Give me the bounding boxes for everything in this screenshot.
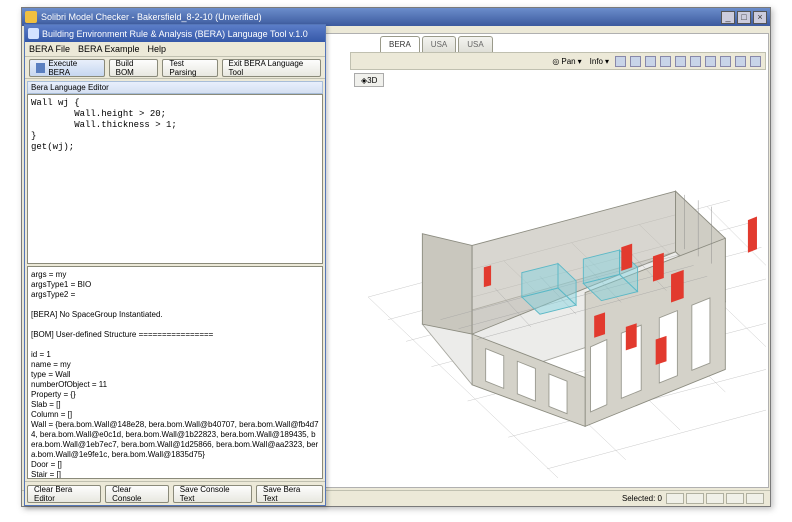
tool-icon-8[interactable]	[720, 56, 731, 67]
test-parsing-button[interactable]: Test Parsing	[162, 59, 217, 77]
clear-editor-button[interactable]: Clear Bera Editor	[27, 485, 101, 503]
tab-bera[interactable]: BERA	[380, 36, 420, 52]
tool-icon-3[interactable]	[645, 56, 656, 67]
tool-icon-2[interactable]	[630, 56, 641, 67]
editor-label: Bera Language Editor	[27, 81, 323, 94]
window-controls: _ □ ×	[721, 11, 767, 24]
pan-control[interactable]: ◎ Pan ▾	[550, 57, 583, 66]
status-cell-5	[746, 493, 764, 504]
building-model-svg	[350, 91, 766, 485]
exit-bera-button[interactable]: Exit BERA Language Tool	[222, 59, 322, 77]
status-cell-4	[726, 493, 744, 504]
tool-icon-5[interactable]	[675, 56, 686, 67]
save-console-button[interactable]: Save Console Text	[173, 485, 252, 503]
close-button[interactable]: ×	[753, 11, 767, 24]
model-canvas[interactable]	[350, 91, 766, 485]
bera-tool-row: Execute BERA Build BOM Test Parsing Exit…	[25, 57, 325, 79]
save-bera-button[interactable]: Save Bera Text	[256, 485, 323, 503]
bera-menu-bar: BERA File BERA Example Help	[25, 42, 325, 57]
status-cells	[666, 493, 764, 504]
tool-icon-4[interactable]	[660, 56, 671, 67]
execute-icon	[36, 63, 45, 73]
viewport-toolbar: ◎ Pan ▾ Info ▾	[350, 52, 766, 70]
execute-bera-button[interactable]: Execute BERA	[29, 59, 105, 77]
tool-icon-9[interactable]	[735, 56, 746, 67]
status-cell-1	[666, 493, 684, 504]
clear-console-button[interactable]: Clear Console	[105, 485, 169, 503]
bera-code-editor[interactable]: Wall wj { Wall.height > 20; Wall.thickne…	[27, 94, 323, 264]
tool-icon-7[interactable]	[705, 56, 716, 67]
status-cell-3	[706, 493, 724, 504]
tool-icon-10[interactable]	[750, 56, 761, 67]
bera-title-text: Building Environment Rule & Analysis (BE…	[42, 29, 308, 39]
bera-bottom-buttons: Clear Bera Editor Clear Console Save Con…	[25, 481, 325, 505]
info-control[interactable]: Info ▾	[588, 57, 611, 66]
minimize-button[interactable]: _	[721, 11, 735, 24]
menu-help[interactable]: Help	[148, 44, 167, 54]
app-icon	[25, 11, 37, 23]
menu-bera-example[interactable]: BERA Example	[78, 44, 140, 54]
menu-bera-file[interactable]: BERA File	[29, 44, 70, 54]
viewport-tab-3d[interactable]: ◈ 3D	[354, 73, 384, 87]
build-bom-button[interactable]: Build BOM	[109, 59, 159, 77]
bera-title-bar: Building Environment Rule & Analysis (BE…	[25, 25, 325, 42]
viewport-3d[interactable]: ◈ 3D	[350, 71, 766, 485]
tool-icon-1[interactable]	[615, 56, 626, 67]
tab-usa-2[interactable]: USA	[458, 36, 492, 52]
tool-icon-6[interactable]	[690, 56, 701, 67]
bera-console-output[interactable]: args = my argsType1 = BIO argsType2 = [B…	[27, 266, 323, 479]
bera-tool-window: Building Environment Rule & Analysis (BE…	[24, 24, 326, 506]
model-tab-strip: BERA USA USA	[380, 34, 493, 52]
selected-count: Selected: 0	[622, 494, 662, 503]
bera-window-icon	[28, 28, 39, 39]
tab-usa-1[interactable]: USA	[422, 36, 456, 52]
outer-title-text: Solibri Model Checker - Bakersfield_8-2-…	[41, 12, 262, 22]
maximize-button[interactable]: □	[737, 11, 751, 24]
status-cell-2	[686, 493, 704, 504]
